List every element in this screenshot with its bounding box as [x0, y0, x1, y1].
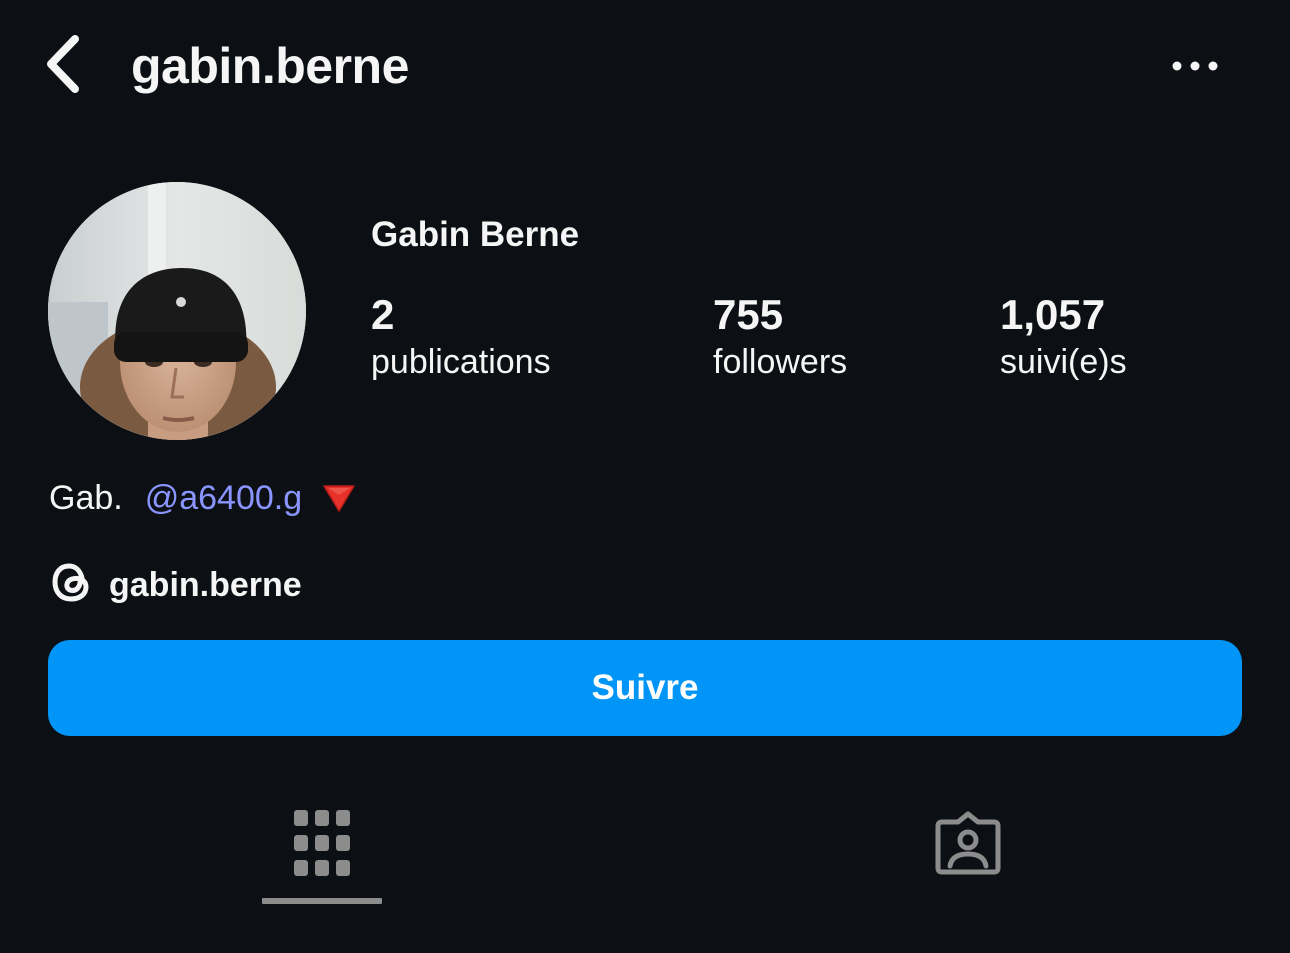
tab-tagged[interactable]: [908, 790, 1028, 900]
red-triangle-down-icon: [322, 483, 356, 513]
threads-profile-link[interactable]: gabin.berne: [49, 558, 302, 611]
header-username: gabin.berne: [131, 38, 409, 94]
grid-icon: [294, 809, 350, 881]
chevron-left-icon: [42, 33, 82, 100]
stat-following[interactable]: 1,057 suivi(e)s: [1000, 288, 1127, 382]
stat-label: suivi(e)s: [1000, 343, 1127, 381]
stat-value: 2: [371, 291, 395, 338]
tagged-person-icon: [934, 810, 1002, 881]
stat-followers[interactable]: 755 followers: [713, 288, 847, 382]
stat-value: 755: [713, 291, 784, 338]
follow-button-label: Suivre: [591, 668, 699, 707]
bio-text: Gab.: [49, 479, 123, 517]
more-horizontal-icon: [1171, 59, 1219, 77]
threads-icon: [49, 558, 95, 611]
threads-handle: gabin.berne: [109, 565, 302, 604]
stat-label: publications: [371, 343, 551, 381]
stat-publications[interactable]: 2 publications: [371, 288, 551, 382]
profile-full-name: Gabin Berne: [371, 215, 580, 254]
stat-label: followers: [713, 343, 848, 381]
more-options-button[interactable]: [1160, 46, 1230, 90]
stat-value: 1,057: [1000, 291, 1106, 338]
profile-bio: Gab. @a6400.g: [49, 472, 356, 524]
follow-button[interactable]: Suivre: [48, 640, 1242, 736]
tab-posts-grid[interactable]: [262, 790, 382, 900]
bio-mention-link[interactable]: @a6400.g: [145, 472, 302, 524]
back-button[interactable]: [34, 30, 90, 102]
profile-avatar[interactable]: [48, 182, 306, 440]
active-tab-indicator: [262, 898, 382, 904]
